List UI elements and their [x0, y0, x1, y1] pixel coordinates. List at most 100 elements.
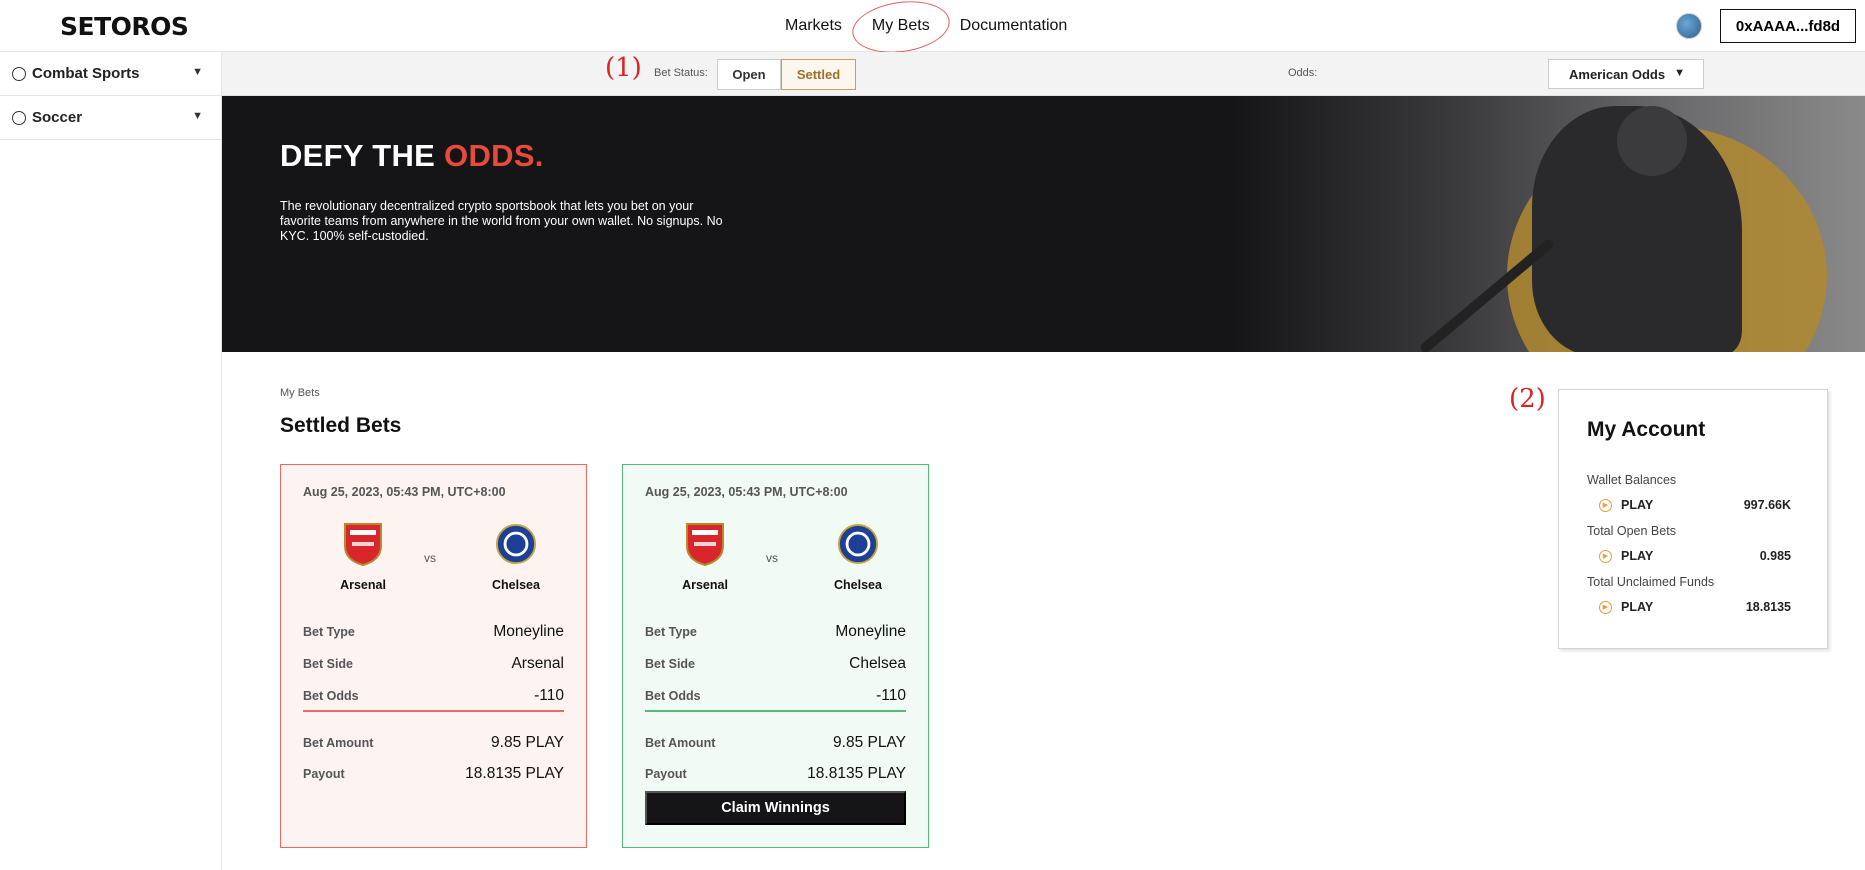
bet-odds-value: -110 [534, 687, 564, 704]
bet-side-label: Bet Side [645, 657, 696, 671]
annotation-1: (1) [605, 53, 642, 83]
hero-title-accent: ODDS. [444, 138, 544, 173]
home-team-name: Arsenal [682, 578, 728, 592]
filter-bar: (1) Bet Status: Open Settled Odds: Ameri… [222, 52, 1865, 96]
bet-amount-label: Bet Amount [303, 736, 374, 750]
away-team-name: Chelsea [834, 578, 882, 592]
arsenal-crest-icon [686, 523, 724, 567]
open-amount: 0.985 [1759, 549, 1791, 563]
bet-odds-label: Bet Odds [645, 689, 701, 703]
card-divider [645, 710, 906, 712]
page-title: Settled Bets [280, 414, 402, 437]
unclaimed-funds-row: ▶ PLAY 18.8135 [1599, 600, 1791, 614]
unclaimed-token: PLAY [1621, 600, 1654, 614]
status-open-button[interactable]: Open [717, 59, 781, 90]
chevron-down-icon: ▼ [192, 110, 203, 122]
bet-amount-label: Bet Amount [645, 736, 716, 750]
unclaimed-amount: 18.8135 [1745, 600, 1791, 614]
payout-row: Payout 18.8135 PLAY [645, 765, 906, 783]
sidebar-item-combat-sports[interactable]: Combat Sports ▼ [0, 52, 221, 96]
bet-type-label: Bet Type [645, 625, 697, 639]
bet-date: Aug 25, 2023, 05:43 PM, UTC+8:00 [645, 485, 848, 499]
bet-type-row: Bet Type Moneyline [645, 623, 906, 641]
soccer-ball-icon [12, 110, 26, 125]
away-team: Chelsea [813, 522, 903, 592]
bet-odds-value: -110 [876, 687, 906, 704]
odds-selected-value: American Odds [1569, 66, 1666, 82]
hero-description: The revolutionary decentralized crypto s… [280, 199, 723, 243]
odds-format-select[interactable]: American Odds ▼ [1548, 59, 1704, 89]
bet-type-value: Moneyline [493, 623, 564, 640]
chelsea-crest-icon [837, 523, 879, 565]
top-nav: SETOROS Markets My Bets Documentation 0x… [0, 0, 1865, 52]
logo-text: SETOROS [60, 12, 189, 41]
open-bets-row: ▶ PLAY 0.985 [1599, 549, 1791, 563]
nav-documentation[interactable]: Documentation [960, 17, 1068, 35]
bet-amount-value: 9.85 PLAY [833, 734, 906, 751]
hero-title-main: DEFY THE [280, 138, 445, 173]
payout-label: Payout [303, 767, 345, 781]
bet-card: Aug 25, 2023, 05:43 PM, UTC+8:00 Arsenal… [280, 464, 587, 848]
sidebar-item-label: Combat Sports [32, 65, 140, 82]
bet-type-label: Bet Type [303, 625, 355, 639]
bet-side-value: Chelsea [849, 655, 906, 672]
chelsea-crest-icon [495, 523, 537, 565]
payout-value: 18.8135 PLAY [807, 765, 906, 782]
status-settled-button[interactable]: Settled [781, 59, 856, 90]
arsenal-crest-icon [344, 523, 382, 567]
payout-label: Payout [645, 767, 687, 781]
payout-row: Payout 18.8135 PLAY [303, 765, 564, 783]
bet-amount-value: 9.85 PLAY [491, 734, 564, 751]
home-team: Arsenal [660, 522, 750, 592]
wallet-address-button[interactable]: 0xAAAA...fd8d [1720, 9, 1856, 43]
bet-amount-row: Bet Amount 9.85 PLAY [303, 734, 564, 752]
home-team-name: Arsenal [340, 578, 386, 592]
nav-markets[interactable]: Markets [785, 17, 842, 35]
bet-odds-row: Bet Odds -110 [645, 687, 906, 705]
bet-amount-row: Bet Amount 9.85 PLAY [645, 734, 906, 752]
bet-odds-row: Bet Odds -110 [303, 687, 564, 705]
setoros-logo[interactable]: SETOROS [60, 12, 189, 41]
bet-type-row: Bet Type Moneyline [303, 623, 564, 641]
wallet-balances-label: Wallet Balances [1587, 473, 1677, 487]
unclaimed-funds-label: Total Unclaimed Funds [1587, 575, 1715, 589]
account-title: My Account [1587, 418, 1706, 441]
bet-side-label: Bet Side [303, 657, 354, 671]
bet-side-value: Arsenal [511, 655, 564, 672]
bet-odds-label: Bet Odds [303, 689, 359, 703]
hero-banner: DEFY THE ODDS. The revolutionary decentr… [222, 96, 1865, 352]
nav-my-bets[interactable]: My Bets [872, 17, 930, 35]
sidebar-item-soccer[interactable]: Soccer ▼ [0, 96, 221, 140]
baseball-player-helmet [1617, 106, 1687, 176]
bet-side-row: Bet Side Chelsea [645, 655, 906, 673]
network-avatar-icon[interactable] [1676, 13, 1702, 39]
bet-side-row: Bet Side Arsenal [303, 655, 564, 673]
bet-card: Aug 25, 2023, 05:43 PM, UTC+8:00 Arsenal… [622, 464, 929, 848]
versus-label: vs [766, 551, 778, 565]
away-team: Chelsea [471, 522, 561, 592]
odds-label: Odds: [1288, 67, 1318, 79]
annotation-2: (2) [1509, 384, 1546, 414]
bet-date: Aug 25, 2023, 05:43 PM, UTC+8:00 [303, 485, 506, 499]
my-account-panel: My Account Wallet Balances ▶ PLAY 997.66… [1558, 389, 1828, 649]
combat-icon [12, 66, 26, 81]
wallet-balance-row: ▶ PLAY 997.66K [1599, 498, 1791, 512]
away-team-name: Chelsea [492, 578, 540, 592]
claim-winnings-button[interactable]: Claim Winnings [645, 791, 906, 825]
chevron-down-icon: ▼ [192, 66, 203, 78]
open-bets-label: Total Open Bets [1587, 524, 1676, 538]
chevron-down-icon: ▼ [1674, 67, 1685, 79]
sports-sidebar: Combat Sports ▼ Soccer ▼ [0, 52, 222, 870]
main-nav: Markets My Bets Documentation [770, 0, 1082, 52]
open-token: PLAY [1621, 549, 1654, 563]
sidebar-item-label: Soccer [32, 109, 83, 126]
bet-type-value: Moneyline [835, 623, 906, 640]
bet-status-label: Bet Status: [654, 67, 708, 79]
card-divider [303, 710, 564, 712]
wallet-amount: 997.66K [1743, 498, 1791, 512]
home-team: Arsenal [318, 522, 408, 592]
wallet-token: PLAY [1621, 498, 1654, 512]
payout-value: 18.8135 PLAY [465, 765, 564, 782]
play-token-icon: ▶ [1599, 600, 1612, 614]
play-token-icon: ▶ [1599, 498, 1612, 512]
